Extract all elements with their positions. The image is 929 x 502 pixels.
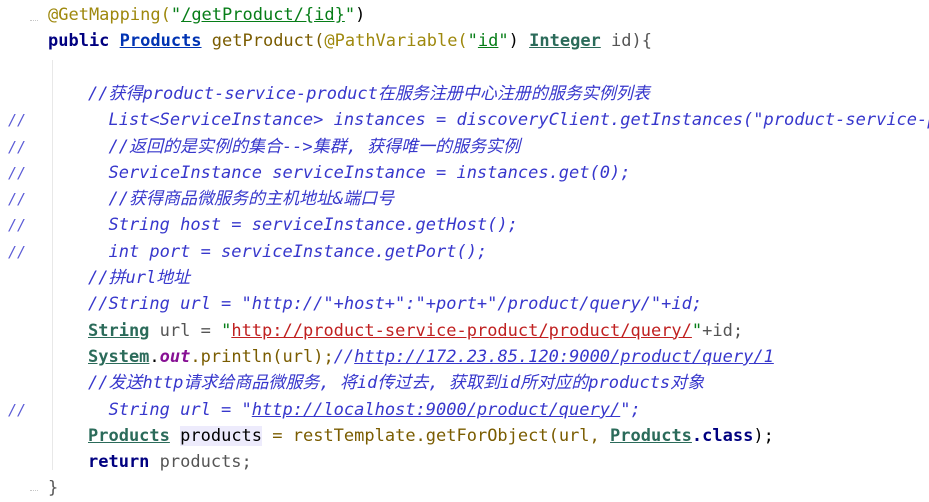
gutter-comment-marker: // [8,216,27,235]
code-token: Products [88,425,170,446]
code-token: //获得商品微服务的主机地址&端口号 [88,189,395,210]
code-token: //String url = "http://"+host+":"+port+"… [88,294,703,315]
code-line[interactable]: // String url = "http://localhost:9000/p… [0,397,929,423]
code-token: return [88,452,160,473]
code-text: return products; [88,449,252,475]
code-line[interactable]: String url = "http://product-service-pro… [0,318,929,344]
code-token: Integer [529,31,601,52]
code-text: //获得商品微服务的主机地址&端口号 [88,186,394,212]
code-line[interactable]: //发送http请求给商品微服务, 将id传过去, 获取到id所对应的produ… [0,370,929,396]
code-text: String url = "http://localhost:9000/prod… [88,397,641,423]
code-line[interactable]: Products products = restTemplate.getForO… [0,423,929,449]
code-text: int port = serviceInstance.getPort(); [88,239,487,265]
code-line[interactable]: System.out.println(url);//http://172.23.… [0,344,929,370]
code-token: ) [508,31,530,52]
code-text: //拼url地址 [88,265,190,291]
code-line[interactable]: // //获得商品微服务的主机地址&端口号 [0,186,929,212]
code-token: // [333,346,355,367]
code-text: String host = serviceInstance.getHost(); [88,212,518,238]
code-text: ServiceInstance serviceInstance = instan… [88,160,630,186]
code-token: String [88,320,150,341]
code-line[interactable]: // List<ServiceInstance> instances = dis… [0,107,929,133]
code-token: http://172.23.85.120:9000/product/query/… [354,346,774,367]
gutter-comment-marker: // [8,400,27,419]
code-token: .println(url); [190,346,334,367]
code-text: @GetMapping("/getProduct/{id}") [48,2,365,28]
code-token: . [149,346,160,367]
code-token: //返回的是实例的集合-->集群, 获得唯一的服务实例 [88,136,521,157]
gutter-comment-marker: // [8,137,27,156]
code-token: public [48,31,120,52]
code-token: List<ServiceInstance> instances = discov… [88,110,929,131]
code-token: .class [691,425,754,446]
gutter-comment-marker: // [8,242,27,261]
code-token: int port = serviceInstance.getPort(); [88,241,488,262]
code-token: System [88,346,150,367]
code-token: out [159,346,191,367]
gutter-comment-marker: // [8,190,27,209]
code-token: Products [610,425,692,446]
code-line[interactable]: // ServiceInstance serviceInstance = ins… [0,160,929,186]
code-token: http://localhost:9000/product/query/ [251,399,621,420]
code-text: //返回的是实例的集合-->集群, 获得唯一的服务实例 [88,134,520,160]
code-line[interactable]: // String host = serviceInstance.getHost… [0,212,929,238]
code-token: = restTemplate.getForObject(url, [262,425,611,446]
code-token: ) [355,5,366,25]
code-line[interactable]: //拼url地址 [0,265,929,291]
code-text: System.out.println(url);//http://172.23.… [88,344,774,370]
code-text: //获得product-service-product在服务注册中心注册的服务实… [88,81,650,107]
code-text: Products products = restTemplate.getForO… [88,423,774,449]
code-token: " [344,5,356,25]
gutter-comment-marker: // [8,111,27,130]
code-token: String url = " [88,399,252,420]
code-token: " [467,31,478,52]
code-line[interactable]: // int port = serviceInstance.getPort(); [0,239,929,265]
code-editor[interactable]: @GetMapping("/getProduct/{id}") public Pr… [0,0,929,502]
code-text: //发送http请求给商品微服务, 将id传过去, 获取到id所对应的produ… [88,370,704,396]
gutter-comment-marker: // [8,163,27,182]
code-token: url = [149,320,222,341]
code-text: List<ServiceInstance> instances = discov… [88,107,929,133]
code-token: //发送http请求给商品微服务, 将id传过去, 获取到id所对应的produ… [88,373,705,394]
code-token: " [691,320,703,341]
code-line[interactable]: //String url = "http://"+host+":"+port+"… [0,291,929,317]
code-token: Products [119,31,202,52]
code-text: public Products getProduct(@PathVariable… [48,28,652,54]
code-line[interactable]: public Products getProduct(@PathVariable… [0,28,929,54]
code-token: " [170,5,182,25]
code-token: //拼url地址 [88,268,191,288]
code-line[interactable]: // //返回的是实例的集合-->集群, 获得唯一的服务实例 [0,134,929,160]
code-token: } [48,478,59,499]
code-token: id){ [600,31,652,52]
code-line[interactable] [0,55,929,81]
code-token: ); [753,425,774,446]
code-token: @PathVariable( [324,31,468,52]
code-token: http://product-service-product/product/q… [231,320,692,341]
code-token: //获得product-service-product在服务注册中心注册的服务实… [88,83,650,104]
code-token: products [180,425,263,446]
code-token: "; [620,399,641,420]
code-line[interactable]: @GetMapping("/getProduct/{id}") [0,2,929,28]
code-token: @GetMapping( [48,5,171,25]
code-token: +id; [702,320,744,341]
code-token: products; [159,452,252,473]
code-token: /getProduct/{id} [181,5,345,25]
code-text: //String url = "http://"+host+":"+port+"… [88,291,702,317]
code-token: String host = serviceInstance.getHost(); [88,215,518,236]
code-line[interactable]: //获得product-service-product在服务注册中心注册的服务实… [0,81,929,107]
code-line[interactable]: } [0,475,929,501]
code-token: getProduct( [201,31,325,52]
code-line[interactable]: return products; [0,449,929,475]
code-token: " [498,31,509,52]
code-text: } [48,475,58,501]
code-token: ServiceInstance serviceInstance = instan… [88,162,631,183]
code-token: id [477,31,499,52]
code-token: " [221,320,232,341]
code-text: String url = "http://product-service-pro… [88,318,743,344]
